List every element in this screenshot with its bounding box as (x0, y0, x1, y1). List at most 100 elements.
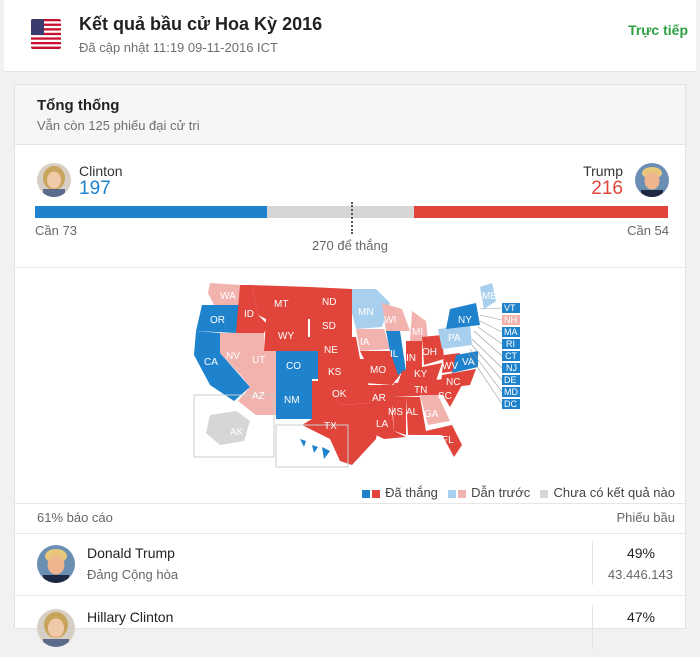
svg-text:NJ: NJ (506, 363, 517, 373)
svg-text:NE: NE (324, 345, 338, 356)
win-threshold-marker (351, 202, 353, 234)
result-row-trump[interactable]: Donald Trump Đảng Cộng hòa 49% 43.446.14… (15, 533, 685, 593)
clinton-avatar (37, 609, 75, 647)
svg-text:KS: KS (328, 367, 342, 378)
svg-text:MN: MN (358, 307, 374, 318)
svg-text:MS: MS (388, 407, 403, 418)
divider (15, 595, 685, 596)
svg-text:NV: NV (226, 351, 240, 362)
us-flag-icon (31, 19, 61, 49)
clinton-bar (35, 206, 267, 218)
svg-text:ID: ID (244, 309, 254, 320)
svg-text:IA: IA (360, 337, 370, 348)
us-electoral-map[interactable]: WA OR CA NV ID MT WY UT AZ CO NM ND SD NE KS OK TX M… (180, 275, 525, 480)
svg-text:OR: OR (210, 315, 225, 326)
live-link[interactable]: Trực tiếp (616, 22, 696, 38)
svg-text:UT: UT (252, 355, 265, 366)
svg-text:SD: SD (322, 321, 336, 332)
divider (15, 503, 685, 504)
svg-text:MT: MT (274, 299, 288, 310)
svg-text:WI: WI (384, 315, 396, 326)
svg-text:TX: TX (324, 421, 337, 432)
clinton-name: Clinton (79, 163, 123, 179)
svg-text:MI: MI (412, 327, 423, 338)
legend-won: Đã thắng (385, 485, 438, 500)
column-separator (592, 541, 593, 585)
candidate-party: Đảng Cộng hòa (87, 567, 179, 582)
svg-text:WY: WY (278, 331, 294, 342)
svg-text:HI: HI (286, 449, 296, 460)
candidate-name: Hillary Clinton (87, 609, 174, 625)
svg-text:NY: NY (458, 315, 472, 326)
to-win-label: 270 để thắng (312, 238, 388, 253)
east-states-boxes: VT NH MA RI CT NJ DE MD DC (502, 303, 520, 409)
svg-text:CA: CA (204, 357, 218, 368)
svg-text:ND: ND (322, 297, 336, 308)
svg-text:WV: WV (442, 361, 458, 372)
page-header: Kết quả bầu cử Hoa Kỳ 2016 Đã cập nhật 1… (4, 0, 696, 72)
candidate-name: Donald Trump (87, 545, 175, 561)
svg-text:IN: IN (406, 353, 416, 364)
clinton-avatar (37, 163, 71, 197)
trump-electoral-votes: 216 (591, 178, 623, 199)
clinton-electoral-votes: 197 (79, 178, 111, 199)
svg-text:NM: NM (284, 395, 300, 406)
rep-lead-swatch (457, 489, 466, 498)
svg-text:FL: FL (442, 435, 454, 446)
svg-text:WA: WA (220, 291, 236, 302)
svg-text:CT: CT (505, 351, 517, 361)
card-header: Tổng thống Vẫn còn 125 phiếu đại cử tri (15, 85, 685, 145)
svg-text:ME: ME (482, 291, 497, 302)
svg-text:RI: RI (506, 339, 515, 349)
svg-text:DC: DC (504, 399, 517, 409)
svg-text:SC: SC (438, 391, 452, 402)
state-ak (206, 411, 250, 445)
candidate-votes: 43.446.143 (607, 567, 673, 582)
divider (15, 267, 685, 268)
svg-text:KY: KY (414, 369, 428, 380)
reporting-status: 61% báo cáo (37, 510, 113, 525)
svg-text:PA: PA (448, 333, 461, 344)
legend-leading: Dẫn trước (471, 485, 531, 500)
svg-text:VT: VT (504, 303, 516, 313)
svg-text:NH: NH (504, 315, 517, 325)
svg-text:OH: OH (422, 347, 437, 358)
candidate-percent: 47% (626, 609, 655, 625)
svg-text:TN: TN (414, 385, 427, 396)
svg-text:AR: AR (372, 393, 386, 404)
svg-text:MD: MD (504, 387, 518, 397)
trump-name: Trump (583, 163, 623, 179)
clinton-need: Cần 73 (35, 223, 77, 238)
svg-text:MO: MO (370, 365, 386, 376)
uncalled-bar (267, 206, 414, 218)
rep-won-swatch (371, 489, 380, 498)
svg-text:AZ: AZ (252, 391, 265, 402)
svg-text:CO: CO (286, 361, 301, 372)
svg-text:GA: GA (424, 409, 439, 420)
trump-avatar (635, 163, 669, 197)
last-updated: Đã cập nhật 11:19 09-11-2016 ICT (79, 40, 278, 55)
svg-text:AL: AL (406, 407, 419, 418)
president-card: Tổng thống Vẫn còn 125 phiếu đại cử tri … (14, 84, 686, 649)
trump-need: Cần 54 (627, 223, 669, 238)
result-row-clinton[interactable]: Hillary Clinton 47% (15, 597, 685, 657)
svg-text:IL: IL (390, 349, 399, 360)
svg-text:MA: MA (504, 327, 518, 337)
svg-text:LA: LA (376, 419, 389, 430)
card-title: Tổng thống (37, 97, 120, 114)
page-title: Kết quả bầu cử Hoa Kỳ 2016 (79, 14, 323, 34)
candidate-percent: 49% (626, 545, 655, 561)
svg-text:OK: OK (332, 389, 347, 400)
svg-text:VA: VA (462, 357, 475, 368)
legend-none: Chưa có kết quả nào (553, 485, 675, 500)
dem-lead-swatch (447, 489, 456, 498)
state-hi (300, 439, 330, 459)
votes-column-header: Phiếu bầu (616, 510, 675, 525)
trump-bar (414, 206, 668, 218)
column-separator (592, 605, 593, 649)
svg-text:DE: DE (504, 375, 517, 385)
svg-text:AK: AK (230, 427, 244, 438)
none-swatch (539, 489, 548, 498)
trump-avatar (37, 545, 75, 583)
svg-text:NC: NC (446, 377, 460, 388)
